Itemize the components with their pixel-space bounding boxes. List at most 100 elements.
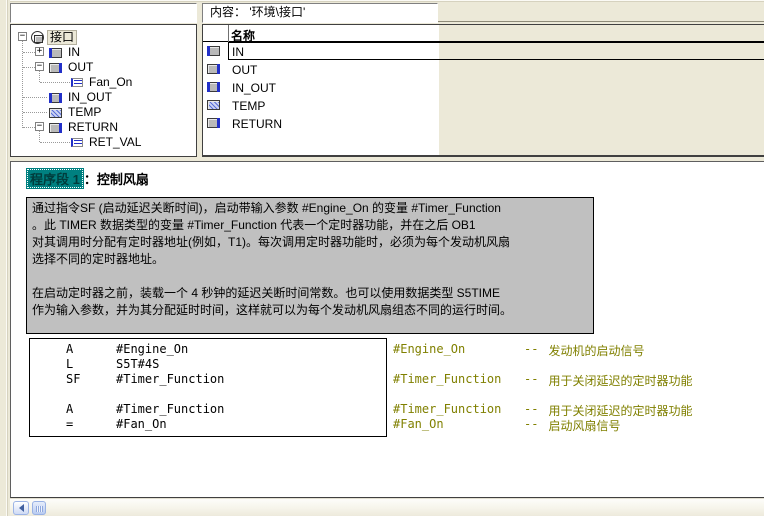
code-line[interactable]: A#Engine_On [30, 342, 386, 357]
annotation-symbol: #Timer_Function [393, 402, 524, 417]
row-name-cell: IN [232, 45, 244, 59]
symbol-annotation: #Fan_On-- 启动风扇信号 [393, 417, 620, 432]
tree-item-ret-val[interactable]: RET_VAL [71, 135, 143, 150]
collapse-toggle-interface[interactable]: − [18, 32, 27, 41]
network-colon: ： [84, 172, 97, 187]
code-line[interactable] [30, 387, 386, 402]
row-name-cell: IN_OUT [232, 81, 276, 95]
network-label-highlight[interactable]: 程序段 1 [26, 168, 84, 189]
opcode: A [66, 342, 116, 357]
param-temp-icon [207, 100, 220, 110]
network-title[interactable]: 程序段 1：控制风扇 [26, 168, 149, 189]
table-row-in[interactable]: IN [203, 42, 764, 60]
annotation-symbol: #Timer_Function [393, 372, 524, 387]
comment-line: 对其调用时分配有定时器地址(例如，T1)。每次调用定时器功能时，必须为每个发动机… [32, 234, 588, 251]
param-in-icon [49, 48, 62, 58]
annotation-symbol: #Fan_On [393, 417, 524, 432]
tree-item-label: 接口 [48, 31, 76, 44]
param-return-icon [49, 123, 62, 133]
column-divider [228, 25, 229, 42]
code-line[interactable]: =#Fan_On [30, 417, 386, 432]
annotation-separator: -- [524, 372, 538, 387]
annotation-separator: -- [524, 417, 538, 432]
tree-header-bar [10, 3, 197, 23]
annotation-comment: 用于关闭延迟的定时器功能 [548, 372, 692, 387]
opcode [66, 387, 116, 402]
param-out-icon [49, 63, 62, 73]
comment-line: 。此 TIMER 数据类型的变量 #Timer_Function 代表一个定时器… [32, 217, 588, 234]
splitter-groove [6, 0, 8, 516]
collapse-toggle-return[interactable]: − [35, 122, 44, 131]
table-row-temp[interactable]: TEMP [203, 96, 764, 114]
program-editor-pane: 程序段 1：控制风扇 通过指令SF (启动延迟关断时间)，启动带输入参数 #En… [10, 161, 764, 498]
param-return-icon [207, 118, 220, 128]
operand: #Timer_Function [116, 372, 224, 387]
table-row-return[interactable]: RETURN [203, 114, 764, 132]
tree-connector-line [23, 127, 35, 128]
row-name-cell: TEMP [232, 99, 265, 113]
symbol-annotation: #Timer_Function-- 用于关闭延迟的定时器功能 [393, 372, 692, 387]
interface-icon [31, 31, 44, 44]
annotation-comment: 发动机的启动信号 [548, 342, 644, 357]
comment-line: 选择不同的定时器地址。 [32, 251, 588, 268]
tree-connector-line [23, 97, 47, 98]
collapse-toggle-out[interactable]: − [35, 62, 44, 71]
symbol-annotation: #Engine_On-- 发动机的启动信号 [393, 342, 644, 357]
scroll-left-arrow-icon [15, 504, 24, 512]
network-title-text: 控制风扇 [97, 172, 149, 187]
table-row-in-out[interactable]: IN_OUT [203, 78, 764, 96]
horizontal-scrollbar[interactable] [10, 498, 764, 516]
tree-connector-line [40, 82, 70, 83]
tree-item-label: IN [66, 46, 82, 59]
scroll-left-button[interactable] [13, 501, 29, 515]
code-line[interactable]: A#Timer_Function [30, 402, 386, 417]
tree-connector-line [40, 142, 70, 143]
annotation-separator: -- [524, 342, 538, 357]
annotation-separator: -- [524, 402, 538, 417]
param-in-icon [207, 46, 220, 56]
table-row-out[interactable]: OUT [203, 60, 764, 78]
network-comment-box[interactable]: 通过指令SF (启动延迟关断时间)，启动带输入参数 #Engine_On 的变量… [26, 197, 594, 334]
code-line[interactable]: LS5T#4S [30, 357, 386, 372]
window-left-strip [0, 0, 10, 516]
header-extension-line [438, 21, 764, 22]
operand: S5T#4S [116, 357, 159, 372]
tree-item-out[interactable]: OUT [49, 60, 95, 75]
tree-item-interface[interactable]: 接口 [31, 30, 76, 45]
code-line[interactable]: SF#Timer_Function [30, 372, 386, 387]
interface-tree-pane: 接口 − IN + OUT − Fan_On IN_OUT TEMP RETUR… [10, 24, 197, 157]
tree-item-label: Fan_On [87, 76, 134, 89]
tree-connector-line [23, 67, 35, 68]
operand: #Fan_On [116, 417, 167, 432]
stl-code-box[interactable]: A#Engine_On LS5T#4S SF#Timer_Function A#… [29, 338, 387, 437]
tree-item-in-out[interactable]: IN_OUT [49, 90, 114, 105]
tree-item-label: RETURN [66, 121, 120, 134]
tree-connector-line [23, 52, 35, 53]
annotation-comment: 启动风扇信号 [548, 417, 620, 432]
tree-connector-line [23, 112, 47, 113]
tree-item-in[interactable]: IN [49, 45, 82, 60]
row-name-cell: OUT [232, 63, 257, 77]
content-path-header: 内容： '环境\接口' [202, 3, 438, 23]
annotation-symbol: #Engine_On [393, 342, 524, 357]
comment-line [32, 268, 588, 285]
param-out-icon [207, 64, 220, 74]
scrollbar-thumb[interactable] [32, 501, 46, 515]
declaration-table-pane: 名称 IN OUT IN_OUT TEMP RETURN [202, 24, 764, 157]
tree-item-label: OUT [66, 61, 95, 74]
opcode: = [66, 417, 116, 432]
symbol-annotation: #Timer_Function--用于关闭延迟的定时器功能 [393, 402, 692, 417]
expand-toggle-in[interactable]: + [35, 47, 44, 56]
comment-line: 作为输入参数，并为其分配延时时间，这样就可以为每个发动机风扇组态不同的运行时间。 [32, 302, 588, 319]
variable-icon [71, 78, 83, 87]
tree-item-label: RET_VAL [87, 136, 143, 149]
tree-item-return[interactable]: RETURN [49, 120, 120, 135]
operand: #Engine_On [116, 342, 188, 357]
param-inout-icon [49, 93, 62, 103]
tree-item-label: IN_OUT [66, 91, 114, 104]
opcode: A [66, 402, 116, 417]
tree-item-temp[interactable]: TEMP [49, 105, 103, 120]
tree-item-fan-on[interactable]: Fan_On [71, 75, 134, 90]
param-inout-icon [207, 82, 220, 92]
comment-line: 在启动定时器之前，装载一个 4 秒钟的延迟关断时间常数。也可以使用数据类型 S5… [32, 285, 588, 302]
